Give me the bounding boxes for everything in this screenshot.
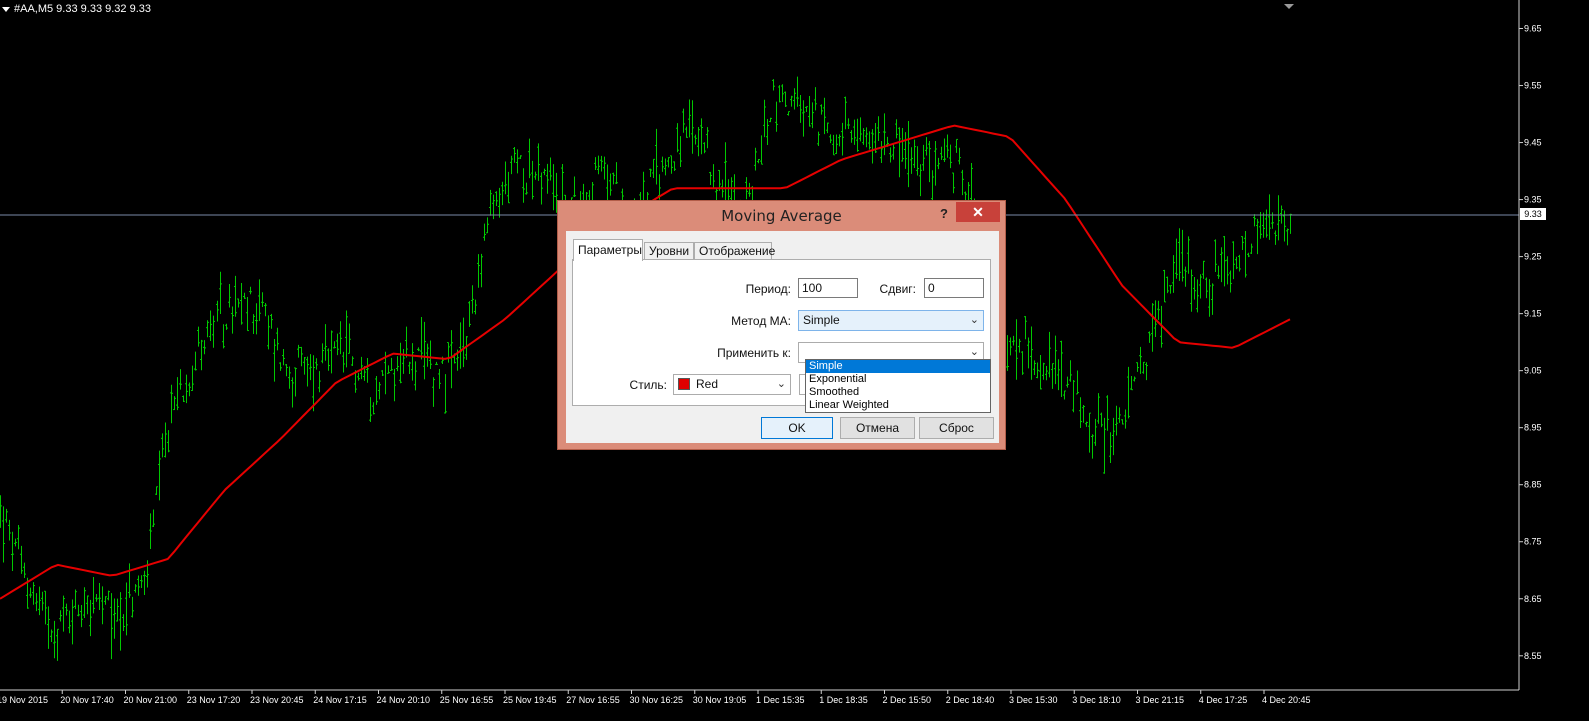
color-value: Red (696, 377, 719, 391)
method-option[interactable]: Exponential (806, 373, 990, 386)
time-tick-label: 4 Dec 20:45 (1262, 695, 1311, 705)
price-axis: 9.65 9.55 9.45 9.35 9.25 9.15 9.05 8.95 8.85 8.75… (1519, 24, 1542, 661)
time-tick-label: 1 Dec 18:35 (819, 695, 868, 705)
tab-parameters[interactable]: Параметры (573, 239, 643, 261)
price-tick-label: 8.75 (1524, 537, 1542, 547)
price-tick-label: 8.65 (1524, 594, 1542, 604)
time-tick-label: 20 Nov 17:40 (60, 695, 114, 705)
time-tick-label: 23 Nov 17:20 (187, 695, 241, 705)
shift-field[interactable]: 0 (924, 278, 984, 298)
price-tick-label: 9.35 (1524, 195, 1542, 205)
tab-display[interactable]: Отображение (694, 242, 775, 260)
period-label: Период: (745, 282, 791, 296)
shift-marker-icon (1284, 4, 1294, 9)
price-tick-label: 8.55 (1524, 651, 1542, 661)
price-tick-label: 9.25 (1524, 252, 1542, 262)
price-tick-label: 9.15 (1524, 309, 1542, 319)
time-tick-label: 19 Nov 2015 (0, 695, 48, 705)
time-tick-label: 24 Nov 20:10 (377, 695, 431, 705)
price-tick-label: 9.05 (1524, 366, 1542, 376)
tab-levels[interactable]: Уровни (644, 242, 694, 260)
time-tick-label: 2 Dec 18:40 (946, 695, 995, 705)
help-button[interactable]: ? (937, 204, 951, 224)
time-tick-label: 20 Nov 21:00 (124, 695, 178, 705)
time-tick-label: 25 Nov 19:45 (503, 695, 557, 705)
chevron-down-icon: ⌄ (969, 314, 979, 326)
time-tick-label: 24 Nov 17:15 (313, 695, 367, 705)
time-tick-label: 4 Dec 17:25 (1199, 695, 1248, 705)
price-tick-label: 9.45 (1524, 138, 1542, 148)
chevron-down-icon: ⌄ (776, 378, 786, 390)
chart-header: #AA,M5 9.33 9.33 9.32 9.33 (14, 3, 151, 15)
ok-button[interactable]: OK (761, 417, 833, 439)
color-swatch (678, 378, 690, 390)
method-dropdown-list: Simple Exponential Smoothed Linear Weigh… (805, 359, 991, 413)
method-label: Метод МА: (731, 314, 791, 328)
style-label: Стиль: (629, 378, 667, 392)
time-tick-label: 30 Nov 16:25 (630, 695, 684, 705)
color-select[interactable]: Red ⌄ (673, 374, 791, 395)
price-tick-label: 9.65 (1524, 24, 1542, 34)
time-tick-label: 25 Nov 16:55 (440, 695, 494, 705)
method-selected-value: Simple (803, 313, 840, 327)
method-select[interactable]: Simple ⌄ (798, 310, 984, 331)
cancel-button[interactable]: Отмена (840, 417, 915, 439)
price-tick-label: 8.95 (1524, 423, 1542, 433)
reset-button[interactable]: Сброс (919, 417, 994, 439)
moving-average-dialog: Moving Average ? ✕ Параметры Уровни Отоб… (557, 200, 1006, 450)
time-tick-label: 2 Dec 15:50 (883, 695, 932, 705)
period-field[interactable]: 100 (798, 278, 858, 298)
time-tick-label: 3 Dec 21:15 (1136, 695, 1185, 705)
time-tick-label: 1 Dec 15:35 (756, 695, 805, 705)
dialog-body: Параметры Уровни Отображение Период: 100… (566, 231, 999, 443)
shift-label: Сдвиг: (879, 282, 916, 296)
time-tick-label: 30 Nov 19:05 (693, 695, 747, 705)
price-tick-label: 9.55 (1524, 81, 1542, 91)
method-option[interactable]: Simple (806, 360, 990, 373)
time-tick-label: 23 Nov 20:45 (250, 695, 304, 705)
time-tick-label: 3 Dec 15:30 (1009, 695, 1058, 705)
method-option[interactable]: Linear Weighted (806, 399, 990, 412)
time-tick-label: 3 Dec 18:10 (1072, 695, 1121, 705)
time-tick-label: 27 Nov 16:55 (566, 695, 620, 705)
chart-menu-icon[interactable] (2, 7, 10, 12)
close-button[interactable]: ✕ (956, 202, 1000, 222)
apply-to-label: Применить к: (717, 346, 791, 360)
time-axis: 19 Nov 2015 20 Nov 17:40 20 Nov 21:00 23 No… (0, 690, 1311, 705)
method-option[interactable]: Smoothed (806, 386, 990, 399)
current-price-label: 9.33 (1520, 208, 1546, 220)
price-tick-label: 8.85 (1524, 480, 1542, 490)
